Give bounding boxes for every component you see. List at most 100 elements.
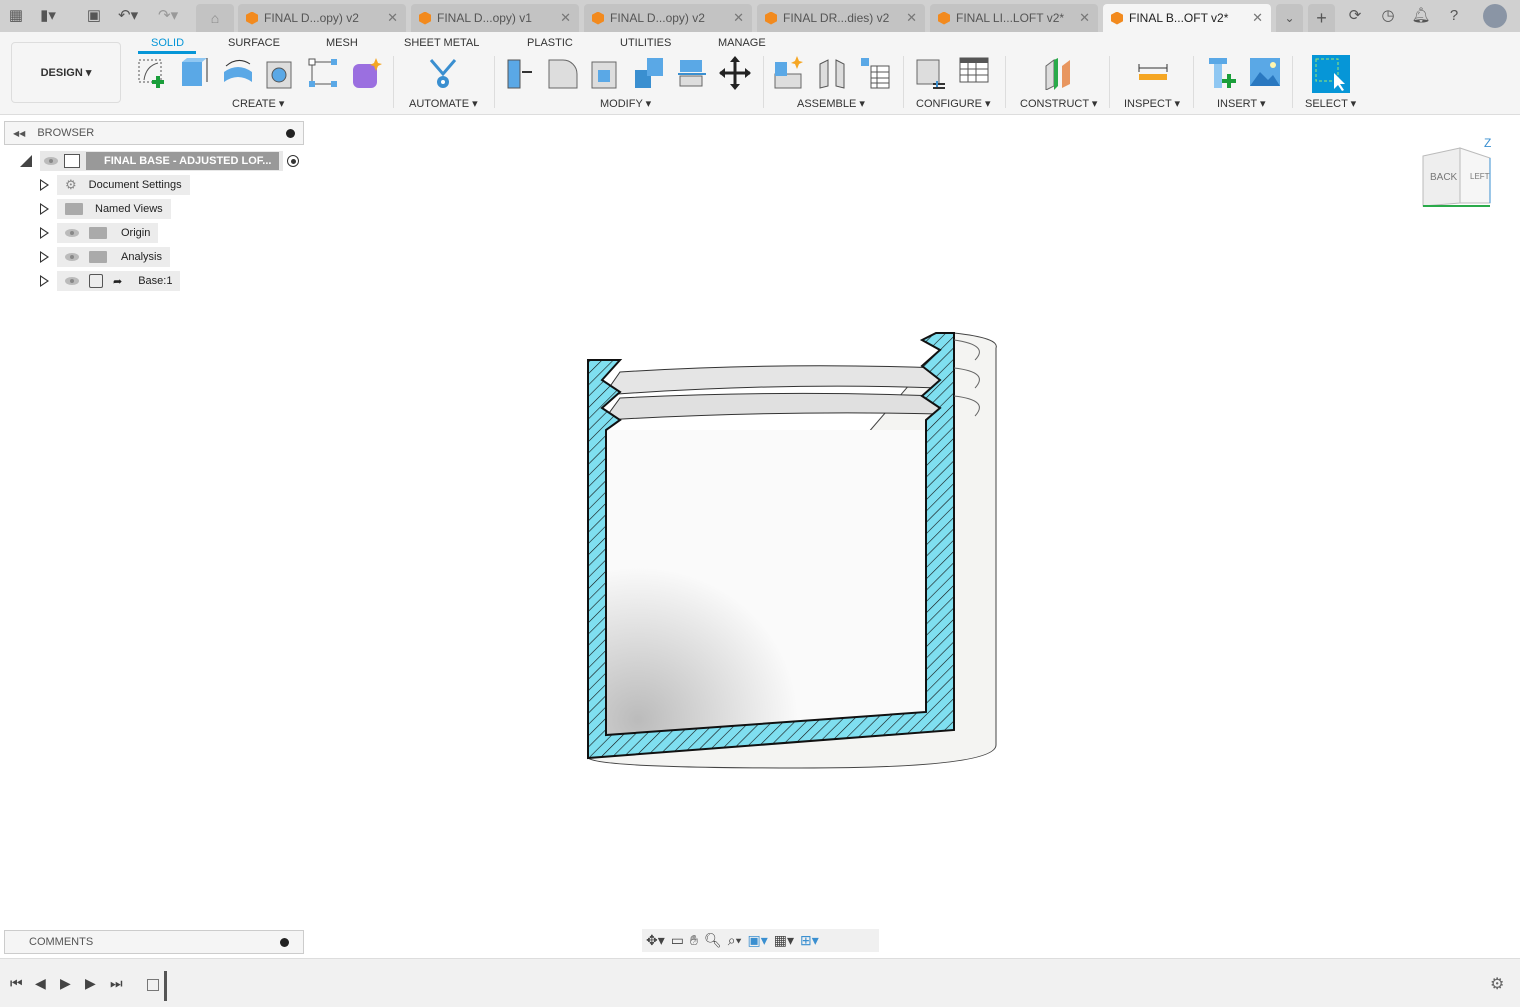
doc-tab-active[interactable]: FINAL B...OFT v2* ✕ (1103, 4, 1271, 32)
create-sketch-icon[interactable] (136, 56, 168, 90)
tab-mesh[interactable]: MESH (326, 37, 358, 49)
press-pull-icon[interactable] (504, 56, 536, 90)
joint-icon[interactable] (816, 56, 848, 90)
step-back-icon[interactable]: ◀ (35, 975, 46, 992)
insert-mcmaster-icon[interactable] (1207, 56, 1239, 90)
grid-menu-icon[interactable]: ▦ (6, 6, 26, 26)
browser-header[interactable]: ◀◀ BROWSER (4, 121, 304, 145)
timeline-settings-gear-icon[interactable]: ⚙ (1490, 974, 1504, 994)
fillet-icon[interactable] (547, 56, 579, 90)
expanded-triangle-icon[interactable] (20, 155, 32, 167)
close-icon[interactable]: ✕ (387, 10, 398, 26)
insert-canvas-icon[interactable] (1249, 56, 1281, 90)
section-view-model[interactable] (570, 320, 1020, 790)
tab-manage[interactable]: MANAGE (718, 37, 766, 49)
tab-utilities[interactable]: UTILITIES (620, 37, 671, 49)
activate-radio-icon[interactable] (287, 155, 300, 167)
redo-icon[interactable]: ↷▾ (158, 6, 178, 26)
group-select[interactable]: SELECT ▾ (1305, 97, 1356, 110)
tab-solid[interactable]: SOLID (151, 37, 184, 49)
doc-tab[interactable]: FINAL D...opy) v2 ✕ (238, 4, 406, 32)
look-at-icon[interactable]: ▭ (671, 932, 684, 949)
tree-root[interactable]: FINAL BASE - ADJUSTED LOF... (20, 151, 300, 171)
group-modify[interactable]: MODIFY ▾ (600, 97, 651, 110)
visibility-eye-icon[interactable] (44, 157, 58, 165)
pattern-icon[interactable] (307, 56, 339, 90)
viewcube[interactable]: BACK LEFT Z (1420, 136, 1500, 213)
tab-sheet-metal[interactable]: SHEET METAL (404, 37, 479, 49)
split-body-icon[interactable] (676, 56, 708, 90)
move-icon[interactable] (719, 56, 751, 90)
group-automate[interactable]: AUTOMATE ▾ (409, 97, 478, 110)
tab-overflow-button[interactable]: ⌄ (1276, 4, 1303, 32)
expand-triangle-icon[interactable] (40, 179, 49, 191)
collapse-panel-icon[interactable]: ◀◀ (13, 129, 25, 138)
offset-plane-icon[interactable] (1042, 56, 1074, 90)
new-component-icon[interactable] (773, 56, 805, 90)
tab-surface[interactable]: SURFACE (228, 37, 280, 49)
group-inspect[interactable]: INSPECT ▾ (1124, 97, 1180, 110)
visibility-eye-icon[interactable] (65, 229, 79, 237)
workspace-switcher[interactable]: DESIGN ▾ (11, 42, 121, 103)
configure-icon[interactable] (915, 56, 947, 90)
orbit-icon[interactable]: ✥▾ (646, 932, 665, 949)
hole-icon[interactable] (265, 56, 297, 90)
play-icon[interactable]: ▶ (60, 975, 71, 992)
close-icon[interactable]: ✕ (733, 10, 744, 26)
clock-icon[interactable]: ◷ (1378, 6, 1398, 26)
group-configure[interactable]: CONFIGURE ▾ (916, 97, 991, 110)
notification-bell-icon[interactable]: 🔔︎ (1411, 6, 1431, 26)
select-icon[interactable] (1312, 55, 1350, 93)
doc-tab[interactable]: FINAL LI...LOFT v2* ✕ (930, 4, 1098, 32)
timeline-marker[interactable] (164, 971, 167, 1001)
tree-item-analysis[interactable]: Analysis (20, 247, 299, 267)
tree-item-base[interactable]: ➦ Base:1 (20, 271, 299, 291)
new-tab-button[interactable]: + (1308, 4, 1335, 32)
group-construct[interactable]: CONSTRUCT ▾ (1020, 97, 1097, 110)
minimize-icon[interactable] (286, 128, 295, 138)
expand-triangle-icon[interactable] (40, 275, 49, 287)
close-icon[interactable]: ✕ (1079, 10, 1090, 26)
add-comment-icon[interactable] (280, 937, 289, 947)
group-create[interactable]: CREATE ▾ (232, 97, 284, 110)
viewcube-left-face[interactable]: LEFT (1470, 172, 1490, 181)
group-assemble[interactable]: ASSEMBLE ▾ (797, 97, 865, 110)
doc-tab[interactable]: FINAL D...opy) v1 ✕ (411, 4, 579, 32)
group-insert[interactable]: INSERT ▾ (1217, 97, 1266, 110)
grid-settings-icon[interactable]: ▦▾ (774, 932, 794, 949)
help-icon[interactable]: ? (1444, 6, 1464, 26)
doc-tab[interactable]: FINAL DR...dies) v2 ✕ (757, 4, 925, 32)
go-to-end-icon[interactable]: ⏭︎ (110, 975, 123, 992)
display-settings-icon[interactable]: ▣▾ (748, 932, 768, 949)
extrude-icon[interactable] (179, 56, 211, 90)
tab-plastic[interactable]: PLASTIC (527, 37, 573, 49)
viewports-icon[interactable]: ⊞▾ (800, 932, 819, 949)
file-icon[interactable]: ▮▾ (38, 6, 58, 26)
expand-triangle-icon[interactable] (40, 227, 49, 239)
close-icon[interactable]: ✕ (560, 10, 571, 26)
visibility-eye-icon[interactable] (65, 253, 79, 261)
save-icon[interactable]: ▣ (84, 6, 104, 26)
undo-icon[interactable]: ↶▾ (118, 6, 138, 26)
configuration-table-icon[interactable] (958, 56, 990, 90)
zoom-icon[interactable]: 🔍︎ (704, 932, 722, 949)
step-forward-icon[interactable]: ▶︎ (85, 975, 96, 992)
tree-item-named-views[interactable]: Named Views (20, 199, 299, 219)
viewcube-back-face[interactable]: BACK (1430, 172, 1457, 183)
avatar[interactable] (1483, 4, 1507, 28)
tree-item-origin[interactable]: Origin (20, 223, 299, 243)
fit-window-icon[interactable]: ⌕▾ (728, 932, 742, 949)
timeline-feature-icon[interactable] (147, 979, 159, 991)
measure-icon[interactable] (1137, 56, 1169, 90)
expand-triangle-icon[interactable] (40, 203, 49, 215)
automate-icon[interactable] (427, 56, 459, 90)
home-tab[interactable]: ⌂ (196, 4, 234, 32)
revolve-icon[interactable] (222, 56, 254, 90)
bill-of-materials-icon[interactable] (859, 56, 891, 90)
close-icon[interactable]: ✕ (1252, 10, 1263, 26)
combine-icon[interactable] (633, 56, 665, 90)
pan-hand-icon[interactable]: ✋︎ (690, 932, 698, 949)
comments-panel[interactable]: COMMENTS (4, 930, 304, 954)
expand-triangle-icon[interactable] (40, 251, 49, 263)
tree-item-document-settings[interactable]: ⚙ Document Settings (20, 175, 299, 195)
